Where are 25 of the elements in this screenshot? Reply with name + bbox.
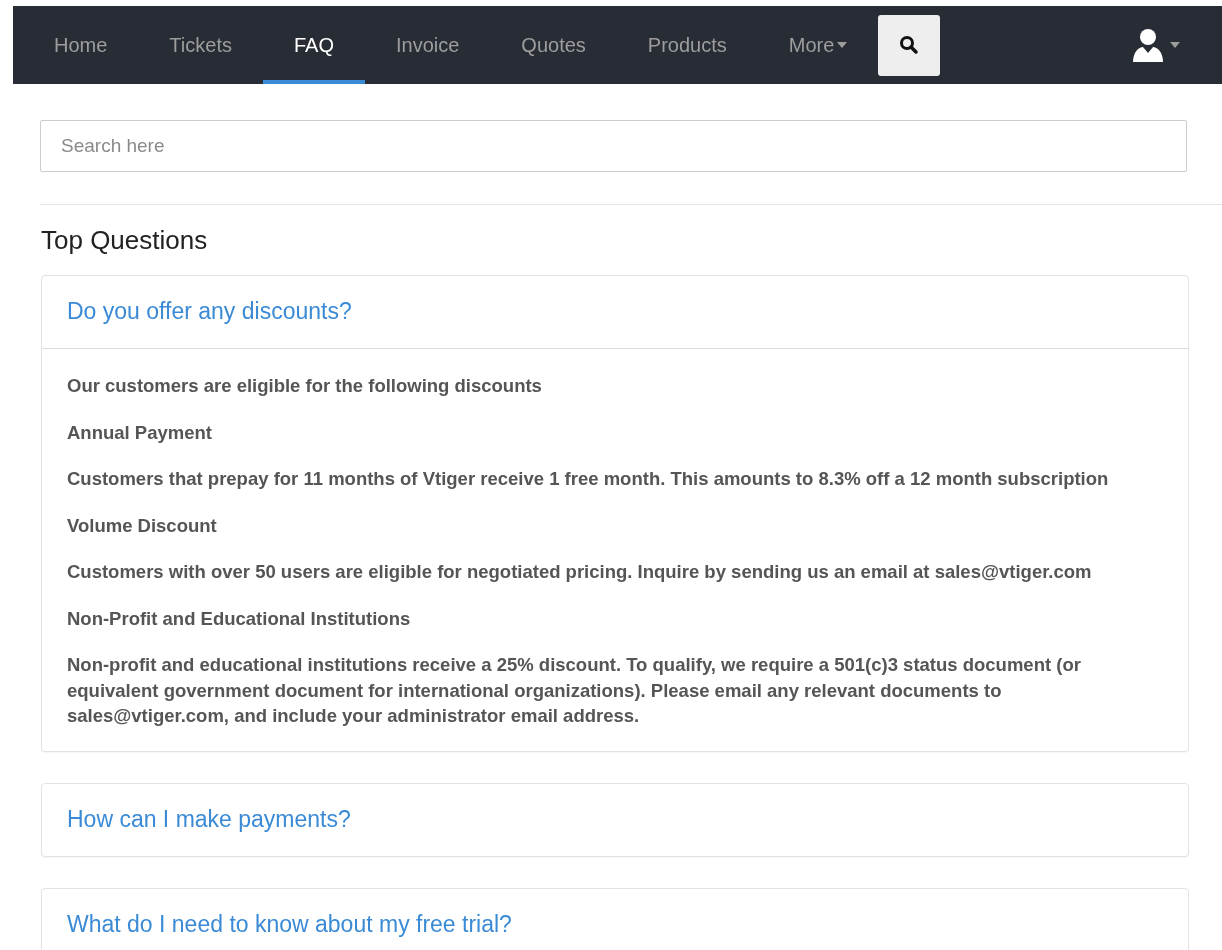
answer-text: Non-profit and educational institutions receive a 25% discount. To qualify, we require a 501(c)3 status document (or equivalent government document for international organizations). Please email any relevant documents to sales@vtiger.com, and include your administrator email address. (67, 653, 1082, 728)
answer-text: Non-Profit and Educational Institutions (67, 606, 412, 631)
section-title: Top Questions (41, 225, 209, 256)
nav-link[interactable]: FAQ (262, 6, 365, 84)
answer-text: Customers that prepay for 11 months of Vtiger receive 1 free month. This amounts to 8.3% off a 12 month subscription (67, 467, 1110, 491)
answer-text: Customers with over 50 users are eligible for negotiated pricing. Inquire by sending us an email at sales@vtiger.com (67, 560, 1093, 584)
faq-question[interactable]: What do I need to know about my free trial? (42, 888, 1188, 950)
nav-link[interactable]: Quotes (490, 6, 617, 84)
user-icon (1132, 28, 1164, 62)
caret-icon (1170, 42, 1180, 48)
nav-dropdown[interactable]: More (757, 6, 879, 84)
faq-question[interactable]: How can I make payments? (42, 783, 1188, 857)
nav-link[interactable]: Products (616, 6, 758, 84)
faq-question[interactable]: Do you offer any discounts? (42, 276, 1188, 349)
user-menu-button[interactable] (1132, 28, 1180, 62)
search-field[interactable]: Search here (40, 120, 1187, 172)
nav-link[interactable]: Invoice (365, 6, 491, 84)
answer-text: Volume Discount (67, 513, 218, 538)
answer-text: Annual Payment (67, 420, 213, 445)
caret-icon (837, 42, 848, 48)
nav-link[interactable]: Home (23, 6, 139, 84)
search-button[interactable] (878, 14, 941, 76)
search-icon (899, 35, 920, 55)
answer-text: Our customers are eligible for the following discounts (67, 374, 543, 398)
nav-link[interactable]: Tickets (138, 6, 263, 84)
